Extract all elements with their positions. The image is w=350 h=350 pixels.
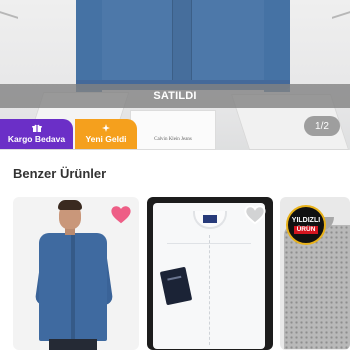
favorite-heart-icon[interactable] <box>110 204 132 226</box>
price-tag-stripe <box>167 275 182 281</box>
image-pager: 1/2 <box>304 116 340 136</box>
favorite-heart-outline-icon[interactable] <box>244 204 266 226</box>
model-shirt-placket <box>71 235 75 339</box>
packaged-shirt-label <box>203 215 217 223</box>
similar-product-card[interactable] <box>13 197 139 350</box>
gift-icon <box>31 124 42 132</box>
box-brand-print: Calvin Klein Jeans <box>154 137 192 142</box>
starred-badge-line2: ÜRÜN <box>293 225 319 234</box>
sparkle-icon <box>102 124 110 132</box>
packaged-shirt-buttons <box>209 235 213 345</box>
free-shipping-label: Kargo Bedava <box>7 134 66 144</box>
new-arrival-label: Yeni Geldi <box>85 134 127 144</box>
starred-product-badge: YILDIZLI ÜRÜN <box>286 205 326 245</box>
sold-status-banner: SATILDI <box>0 84 350 108</box>
shirt-sleeve-right <box>264 0 290 92</box>
product-image-gallery[interactable]: Calvin Klein Jeans SATILDI Kargo Bedava … <box>0 0 350 150</box>
starred-badge-line1: YILDIZLI <box>291 216 321 224</box>
hanger-right <box>332 11 350 57</box>
sold-status-text: SATILDI <box>153 90 197 102</box>
similar-products-title: Benzer Ürünler <box>13 166 107 181</box>
price-tag <box>159 266 193 306</box>
image-pager-text: 1/2 <box>315 120 329 132</box>
denim-shirt-photo <box>76 0 290 92</box>
hanger-left <box>0 11 18 57</box>
packaging-box-center: Calvin Klein Jeans <box>130 110 216 150</box>
model-hair <box>58 200 82 210</box>
free-shipping-badge: Kargo Bedava <box>0 119 73 149</box>
similar-product-card[interactable]: YILDIZLI ÜRÜN <box>280 197 350 350</box>
model-jeans <box>49 339 97 350</box>
similar-product-card[interactable] <box>147 197 273 350</box>
shirt-placket <box>172 0 192 86</box>
shirt-sleeve-left <box>76 0 102 92</box>
patterned-shirt-photo <box>284 225 350 349</box>
new-arrival-badge: Yeni Geldi <box>75 119 137 149</box>
